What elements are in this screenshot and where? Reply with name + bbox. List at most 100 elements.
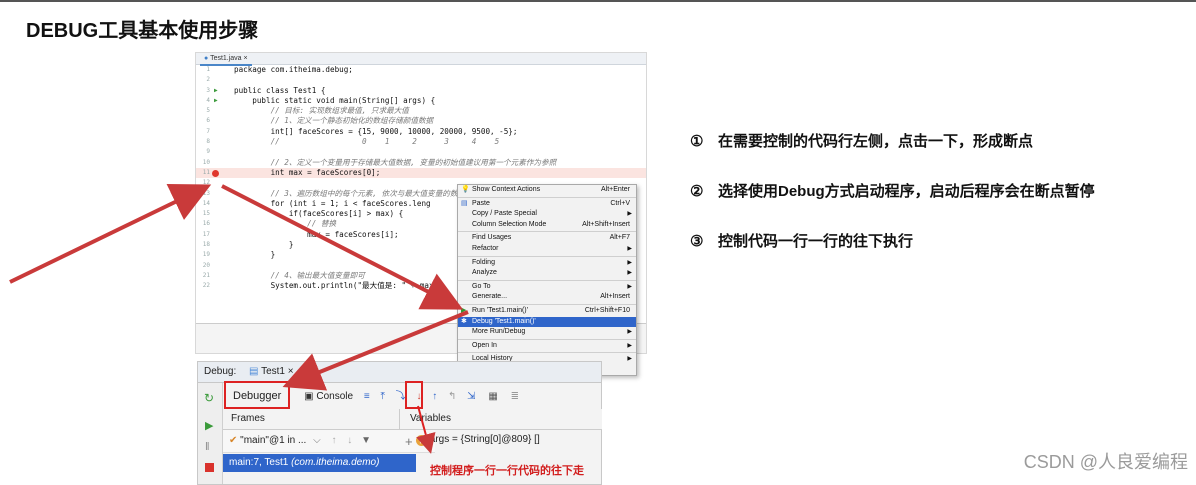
line-number[interactable]: 14 bbox=[196, 199, 210, 209]
show-execution-point-icon[interactable]: ⤒ bbox=[380, 391, 384, 402]
step-out-icon[interactable]: ↑ bbox=[432, 391, 437, 402]
line-number[interactable]: 17 bbox=[196, 230, 210, 240]
menu-item[interactable]: ▶ Run 'Test1.main()' Ctrl+Shift+F10 bbox=[458, 306, 636, 317]
menu-item[interactable]: Analyze ▶ bbox=[458, 268, 636, 279]
settings-icon[interactable]: ≣ bbox=[511, 391, 519, 402]
line-number[interactable]: 16 bbox=[196, 219, 210, 229]
menu-item[interactable]: ▤ Paste Ctrl+V bbox=[458, 199, 636, 210]
line-number[interactable]: 12 bbox=[196, 178, 210, 188]
menu-item[interactable]: ✱ Debug 'Test1.main()' bbox=[458, 316, 636, 328]
line-number[interactable]: 13 bbox=[196, 189, 210, 199]
line-number[interactable]: 10 bbox=[196, 158, 210, 168]
resume-icon[interactable]: ▶ bbox=[205, 419, 213, 432]
menu-item-label: Run 'Test1.main()' bbox=[472, 306, 528, 314]
menu-item-label: Folding bbox=[472, 258, 495, 266]
up-icon[interactable]: ↑ bbox=[332, 435, 337, 446]
frame-row[interactable]: main:7, Test1 (com.itheima.demo) bbox=[223, 454, 416, 472]
tab-console[interactable]: Console bbox=[316, 391, 353, 402]
code-line[interactable]: 9 bbox=[196, 147, 646, 157]
line-number[interactable]: 20 bbox=[196, 261, 210, 271]
line-number[interactable]: 6 bbox=[196, 116, 210, 126]
filter-icon[interactable]: ▼ bbox=[361, 435, 371, 446]
code-text: public class Test1 { bbox=[234, 85, 326, 95]
line-number[interactable]: 5 bbox=[196, 106, 210, 116]
menu-item[interactable]: Column Selection Mode Alt+Shift+Insert bbox=[458, 220, 636, 231]
line-number[interactable]: 3 bbox=[196, 86, 210, 96]
run-to-cursor-icon[interactable]: ⇲ bbox=[467, 391, 475, 402]
variable-value: = {String[0]@809} [] bbox=[452, 434, 540, 445]
menu-item-label: Column Selection Mode bbox=[472, 220, 547, 228]
menu-item[interactable]: 💡 Show Context Actions Alt+Enter bbox=[458, 185, 636, 196]
code-line[interactable]: 3 ▶ public class Test1 { bbox=[196, 86, 646, 96]
debug-header: Debug: ▤ Test1 × bbox=[198, 362, 601, 383]
evaluate-icon[interactable]: ▦ bbox=[488, 391, 497, 402]
thread-selector[interactable]: ✔ "main"@1 in ... ⌵ ↑ ↓ ▼ bbox=[223, 430, 435, 453]
java-file-icon: ● bbox=[204, 55, 209, 62]
menu-item[interactable]: Go To ▶ bbox=[458, 282, 636, 293]
menu-item-label: Refactor bbox=[472, 244, 499, 252]
line-number[interactable]: 15 bbox=[196, 209, 210, 219]
line-number[interactable]: 11 bbox=[196, 168, 210, 178]
submenu-arrow-icon: ▶ bbox=[627, 329, 632, 336]
menu-item[interactable]: Refactor ▶ bbox=[458, 244, 636, 255]
code-line[interactable]: 6 // 1、定义一个静态初始化的数组存储颜值数据 bbox=[196, 116, 646, 126]
run-gutter-icon[interactable]: ▶ bbox=[214, 96, 224, 106]
pause-icon[interactable]: ‖ bbox=[205, 441, 210, 453]
line-number[interactable]: 9 bbox=[196, 147, 210, 157]
line-number[interactable]: 7 bbox=[196, 127, 210, 137]
menu-icon[interactable]: ≡ bbox=[364, 391, 370, 402]
line-number[interactable]: 18 bbox=[196, 240, 210, 250]
bulb-icon: 💡 bbox=[461, 186, 470, 193]
editor-tabbar: ● Test1.java × bbox=[196, 53, 646, 66]
code-line[interactable]: 5 // 目标: 实现数组求最值, 只求最大值 bbox=[196, 106, 646, 116]
menu-separator bbox=[458, 231, 636, 233]
menu-item-label: Copy / Paste Special bbox=[472, 210, 537, 218]
step-number: ② bbox=[690, 183, 704, 200]
code-line[interactable]: 2 bbox=[196, 75, 646, 85]
frame-package: (com.itheima.demo) bbox=[291, 457, 380, 468]
run-icon: ▶ bbox=[461, 306, 467, 314]
step-text: 在需要控制的代码行左侧，点击一下，形成断点 bbox=[718, 133, 1034, 150]
variable-row[interactable]: p args = {String[0]@809} [] bbox=[416, 432, 540, 448]
code-line[interactable]: 11 int max = faceScores[0]; bbox=[196, 167, 646, 179]
step-1: ① 在需要控制的代码行左侧，点击一下，形成断点 bbox=[690, 130, 1033, 151]
console-icon: ▣ bbox=[304, 391, 314, 402]
line-number[interactable]: 21 bbox=[196, 271, 210, 281]
step-over-highlight bbox=[405, 381, 423, 409]
line-number[interactable]: 8 bbox=[196, 137, 210, 147]
menu-item[interactable]: Open In ▶ bbox=[458, 341, 636, 352]
debug-config-tab[interactable]: ▤ Test1 × bbox=[249, 366, 294, 377]
menu-item-shortcut: Ctrl+Shift+F10 bbox=[584, 306, 630, 314]
frames-label: Frames bbox=[231, 413, 265, 424]
menu-separator bbox=[458, 338, 636, 340]
add-watch-icon[interactable]: + bbox=[405, 434, 413, 449]
drop-frame-icon[interactable]: ↰ bbox=[448, 391, 456, 402]
menu-separator bbox=[458, 352, 636, 354]
code-line[interactable]: 1 package com.itheima.debug; bbox=[196, 65, 646, 75]
menu-item[interactable]: Copy / Paste Special ▶ bbox=[458, 209, 636, 220]
line-number[interactable]: 1 bbox=[196, 65, 210, 75]
line-number[interactable]: 22 bbox=[196, 281, 210, 291]
line-number[interactable]: 4 bbox=[196, 96, 210, 106]
code-line[interactable]: 10 // 2、定义一个变量用于存储最大值数据, 变量的初始值建议用第一个元素作… bbox=[196, 158, 646, 168]
code-text: for (int i = 1; i < faceScores.leng bbox=[234, 198, 431, 208]
code-line[interactable]: 4 ▶ public static void main(String[] args… bbox=[196, 96, 646, 106]
top-divider bbox=[0, 0, 1196, 2]
menu-item[interactable]: More Run/Debug ▶ bbox=[458, 327, 636, 338]
code-text: int max = faceScores[0]; bbox=[234, 167, 381, 177]
menu-item-label: Find Usages bbox=[472, 234, 512, 242]
breakpoint-icon[interactable] bbox=[212, 169, 219, 177]
down-icon[interactable]: ↓ bbox=[347, 435, 352, 446]
run-gutter-icon[interactable]: ▶ bbox=[214, 86, 224, 96]
rerun-icon[interactable]: ↻ bbox=[204, 391, 214, 405]
line-number[interactable]: 2 bbox=[196, 75, 210, 85]
code-line[interactable]: 7 int[] faceScores = {15, 9000, 10000, 2… bbox=[196, 127, 646, 137]
menu-item[interactable]: Find Usages Alt+F7 bbox=[458, 233, 636, 244]
menu-item[interactable]: Folding ▶ bbox=[458, 258, 636, 269]
stop-icon[interactable] bbox=[205, 463, 214, 472]
step-text: 控制代码一行一行的往下执行 bbox=[718, 233, 914, 250]
menu-item[interactable]: Generate... Alt+Insert bbox=[458, 292, 636, 303]
line-number[interactable]: 19 bbox=[196, 250, 210, 260]
step-text: 选择使用Debug方式启动程序，启动后程序会在断点暂停 bbox=[718, 183, 1095, 200]
code-line[interactable]: 8 // 0 1 2 3 4 5 bbox=[196, 137, 646, 147]
